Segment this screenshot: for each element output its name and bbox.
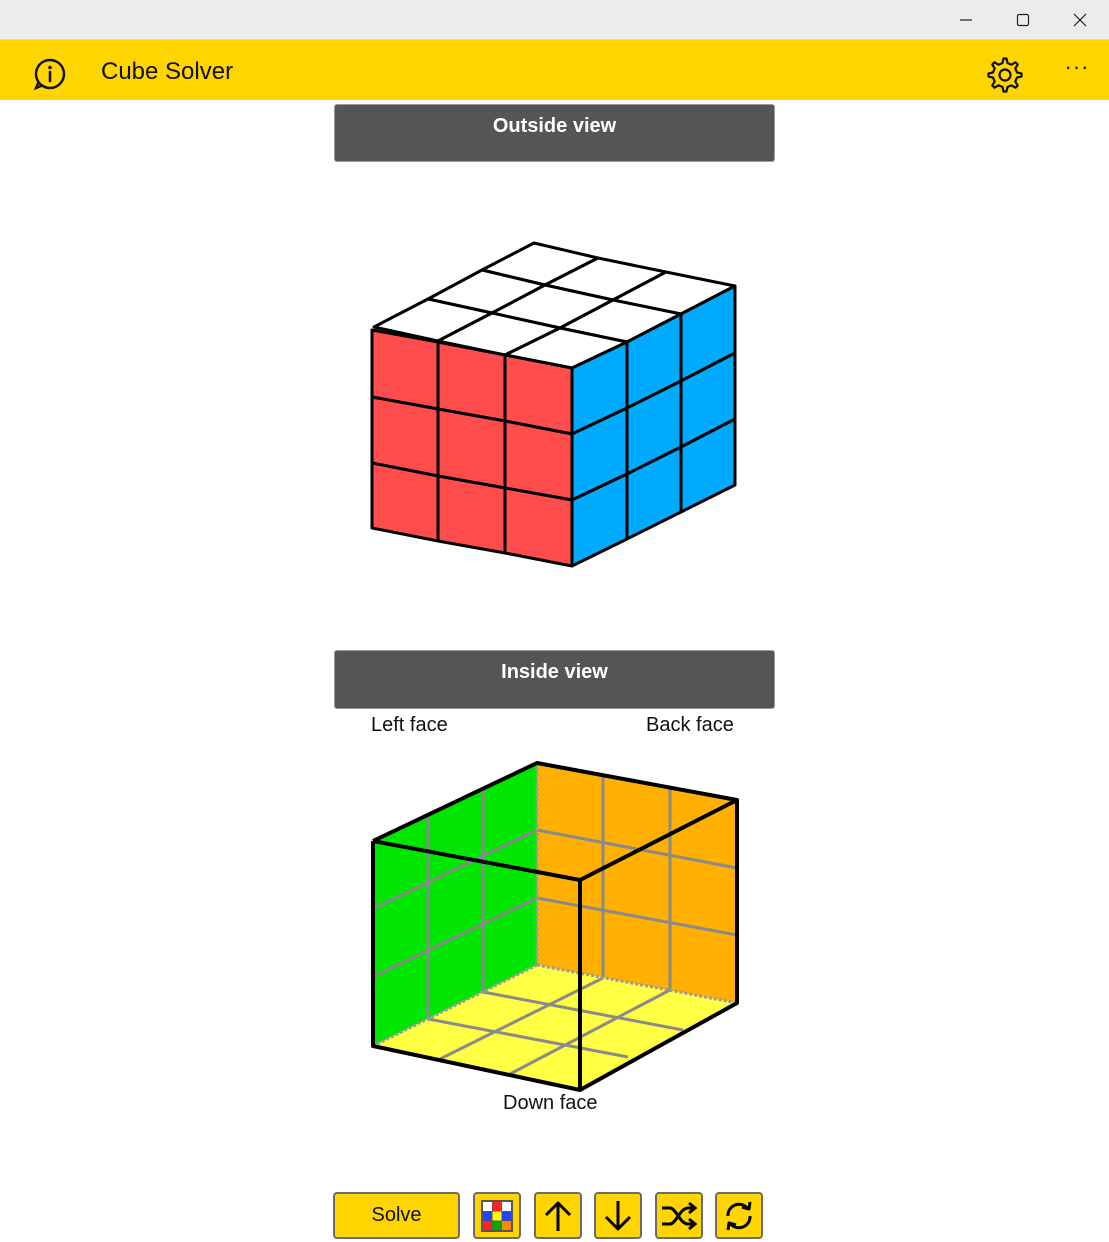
shuffle-button[interactable] (655, 1192, 703, 1239)
reset-button[interactable] (715, 1192, 763, 1239)
solve-button[interactable]: Solve (333, 1192, 460, 1239)
move-up-button[interactable] (534, 1192, 582, 1239)
inside-cube[interactable] (0, 0, 1109, 1100)
move-down-button[interactable] (594, 1192, 642, 1239)
shuffle-icon (662, 1201, 698, 1230)
down-face-label: Down face (503, 1092, 598, 1114)
back-face[interactable] (537, 763, 737, 1003)
color-palette-icon (481, 1199, 513, 1232)
arrow-down-icon (604, 1200, 632, 1230)
refresh-icon (726, 1201, 752, 1230)
color-palette-button[interactable] (473, 1192, 521, 1239)
arrow-up-icon (544, 1201, 572, 1231)
